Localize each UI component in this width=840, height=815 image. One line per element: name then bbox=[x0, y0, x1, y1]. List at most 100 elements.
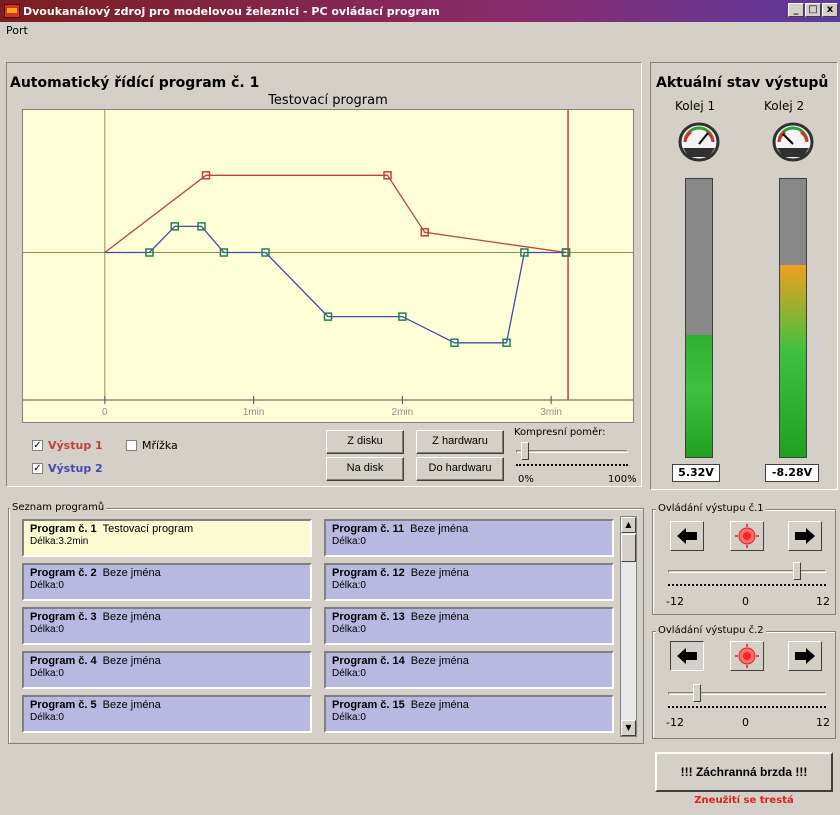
to-disk-button[interactable]: Na disk bbox=[326, 457, 404, 481]
program-name: Program č. 12 bbox=[332, 567, 405, 579]
program-desc: Beze jména bbox=[102, 699, 161, 711]
control1-min: -12 bbox=[666, 595, 684, 608]
program-name: Program č. 13 bbox=[332, 611, 405, 623]
control1-left-button[interactable] bbox=[670, 521, 704, 551]
control2-max: 12 bbox=[816, 716, 830, 729]
grid-checkbox[interactable]: Mřížka bbox=[126, 439, 178, 452]
control1-max: 12 bbox=[816, 595, 830, 608]
minimize-button[interactable]: _ bbox=[788, 3, 804, 17]
arrow-left-icon bbox=[677, 528, 697, 544]
program-item-3[interactable]: Program č. 3 Beze jména Délka:0 bbox=[22, 607, 312, 645]
program-desc: Beze jména bbox=[102, 611, 161, 623]
status-heading: Aktuální stav výstupů bbox=[656, 75, 829, 91]
program-item-15[interactable]: Program č. 15 Beze jména Délka:0 bbox=[324, 695, 614, 733]
track1-label: Kolej 1 bbox=[675, 99, 716, 113]
program-name: Program č. 14 bbox=[332, 655, 405, 667]
from-hardware-button[interactable]: Z hardwaru bbox=[416, 430, 504, 454]
maximize-button[interactable]: □ bbox=[805, 3, 821, 17]
x-tick-label: 3min bbox=[540, 407, 562, 418]
emergency-brake-button[interactable]: !!! Záchranná brzda !!! bbox=[655, 752, 833, 792]
to-hardware-button[interactable]: Do hardwaru bbox=[416, 457, 504, 481]
scroll-thumb[interactable] bbox=[621, 534, 636, 562]
control2-left-button[interactable] bbox=[670, 641, 704, 671]
title-bar: Dvoukanálový zdroj pro modelovou železni… bbox=[0, 0, 840, 22]
menu-item-port[interactable]: Port bbox=[6, 24, 28, 37]
output2-check-box: ✓ bbox=[32, 463, 43, 474]
track2-level-bar bbox=[779, 178, 807, 458]
output2-checkbox[interactable]: ✓ Výstup 2 bbox=[32, 462, 103, 475]
chart-title: Testovací program bbox=[268, 93, 388, 108]
program-desc: Beze jména bbox=[410, 523, 469, 535]
track1-meter-icon bbox=[678, 122, 720, 162]
program-length: Délka:0 bbox=[30, 712, 64, 723]
app-icon bbox=[4, 4, 20, 18]
program-list-label: Seznam programů bbox=[10, 502, 107, 513]
program-length: Délka:0 bbox=[332, 712, 366, 723]
level-fill bbox=[686, 335, 712, 457]
program-desc: Beze jména bbox=[410, 611, 469, 623]
control1-stop-button[interactable] bbox=[730, 521, 764, 551]
window-title: Dvoukanálový zdroj pro modelovou železni… bbox=[23, 4, 440, 18]
control2-thumb[interactable] bbox=[693, 684, 701, 702]
output1-checkbox[interactable]: ✓ Výstup 1 bbox=[32, 439, 103, 452]
level-empty bbox=[780, 179, 806, 265]
program-item-13[interactable]: Program č. 13 Beze jména Délka:0 bbox=[324, 607, 614, 645]
control1-mid: 0 bbox=[742, 595, 749, 608]
arrow-right-icon bbox=[795, 648, 815, 664]
scroll-up-arrow-icon[interactable]: ▲ bbox=[621, 517, 636, 533]
emergency-note: Zneužití se trestá bbox=[694, 795, 794, 806]
program-name: Program č. 2 bbox=[30, 567, 97, 579]
track1-voltage: 5.32V bbox=[672, 464, 720, 482]
program-list-scrollbar[interactable]: ▲ ▼ bbox=[620, 516, 637, 737]
control1-thumb[interactable] bbox=[793, 562, 801, 580]
track2-meter-icon bbox=[772, 122, 814, 162]
compression-thumb[interactable] bbox=[521, 442, 529, 460]
program-desc: Beze jména bbox=[410, 655, 469, 667]
control2-slider[interactable] bbox=[668, 684, 826, 714]
program-name: Program č. 5 bbox=[30, 699, 97, 711]
program-length: Délka:0 bbox=[332, 668, 366, 679]
control2-track bbox=[668, 692, 826, 695]
control1-right-button[interactable] bbox=[788, 521, 822, 551]
program-length: Délka:0 bbox=[332, 624, 366, 635]
program-length: Délka:0 bbox=[332, 536, 366, 547]
arrow-right-icon bbox=[795, 528, 815, 544]
control1-ticks bbox=[668, 584, 826, 588]
chart-svg: 0 1min 2min 3min bbox=[23, 110, 633, 418]
scroll-down-arrow-icon[interactable]: ▼ bbox=[621, 720, 636, 736]
control2-label: Ovládání výstupu č.2 bbox=[656, 625, 766, 636]
program-item-14[interactable]: Program č. 14 Beze jména Délka:0 bbox=[324, 651, 614, 689]
program-item-5[interactable]: Program č. 5 Beze jména Délka:0 bbox=[22, 695, 312, 733]
program-chart[interactable]: 0 1min 2min 3min bbox=[22, 109, 634, 423]
program-length: Délka:3.2min bbox=[30, 536, 89, 547]
menu-bar: Port bbox=[0, 22, 840, 40]
grid-label: Mřížka bbox=[142, 439, 178, 452]
control2-stop-button[interactable] bbox=[730, 641, 764, 671]
program-name: Program č. 1 bbox=[30, 523, 97, 535]
program-name: Program č. 4 bbox=[30, 655, 97, 667]
program-length: Délka:0 bbox=[332, 580, 366, 591]
compression-slider[interactable] bbox=[516, 442, 628, 472]
program-item-4[interactable]: Program č. 4 Beze jména Délka:0 bbox=[22, 651, 312, 689]
close-button[interactable]: x bbox=[822, 3, 838, 17]
control2-right-button[interactable] bbox=[788, 641, 822, 671]
output1-label: Výstup 1 bbox=[48, 439, 103, 452]
program-name: Program č. 3 bbox=[30, 611, 97, 623]
program-length: Délka:0 bbox=[30, 668, 64, 679]
from-disk-button[interactable]: Z disku bbox=[326, 430, 404, 454]
program-desc: Beze jména bbox=[410, 699, 469, 711]
program-desc: Beze jména bbox=[410, 567, 469, 579]
compression-min: 0% bbox=[518, 474, 534, 485]
program-desc: Testovací program bbox=[102, 523, 194, 535]
compression-track bbox=[516, 450, 628, 453]
stop-light-icon bbox=[735, 644, 759, 668]
compression-label: Kompresní poměr: bbox=[514, 427, 606, 438]
program-item-11[interactable]: Program č. 11 Beze jména Délka:0 bbox=[324, 519, 614, 557]
program-item-12[interactable]: Program č. 12 Beze jména Délka:0 bbox=[324, 563, 614, 601]
control1-slider[interactable] bbox=[668, 562, 826, 592]
program-item-2[interactable]: Program č. 2 Beze jména Délka:0 bbox=[22, 563, 312, 601]
program-desc: Beze jména bbox=[102, 655, 161, 667]
program-heading: Automatický řídící program č. 1 bbox=[10, 75, 260, 91]
program-item-1[interactable]: Program č. 1 Testovací program Délka:3.2m… bbox=[22, 519, 312, 557]
series-line-2 bbox=[104, 225, 566, 344]
